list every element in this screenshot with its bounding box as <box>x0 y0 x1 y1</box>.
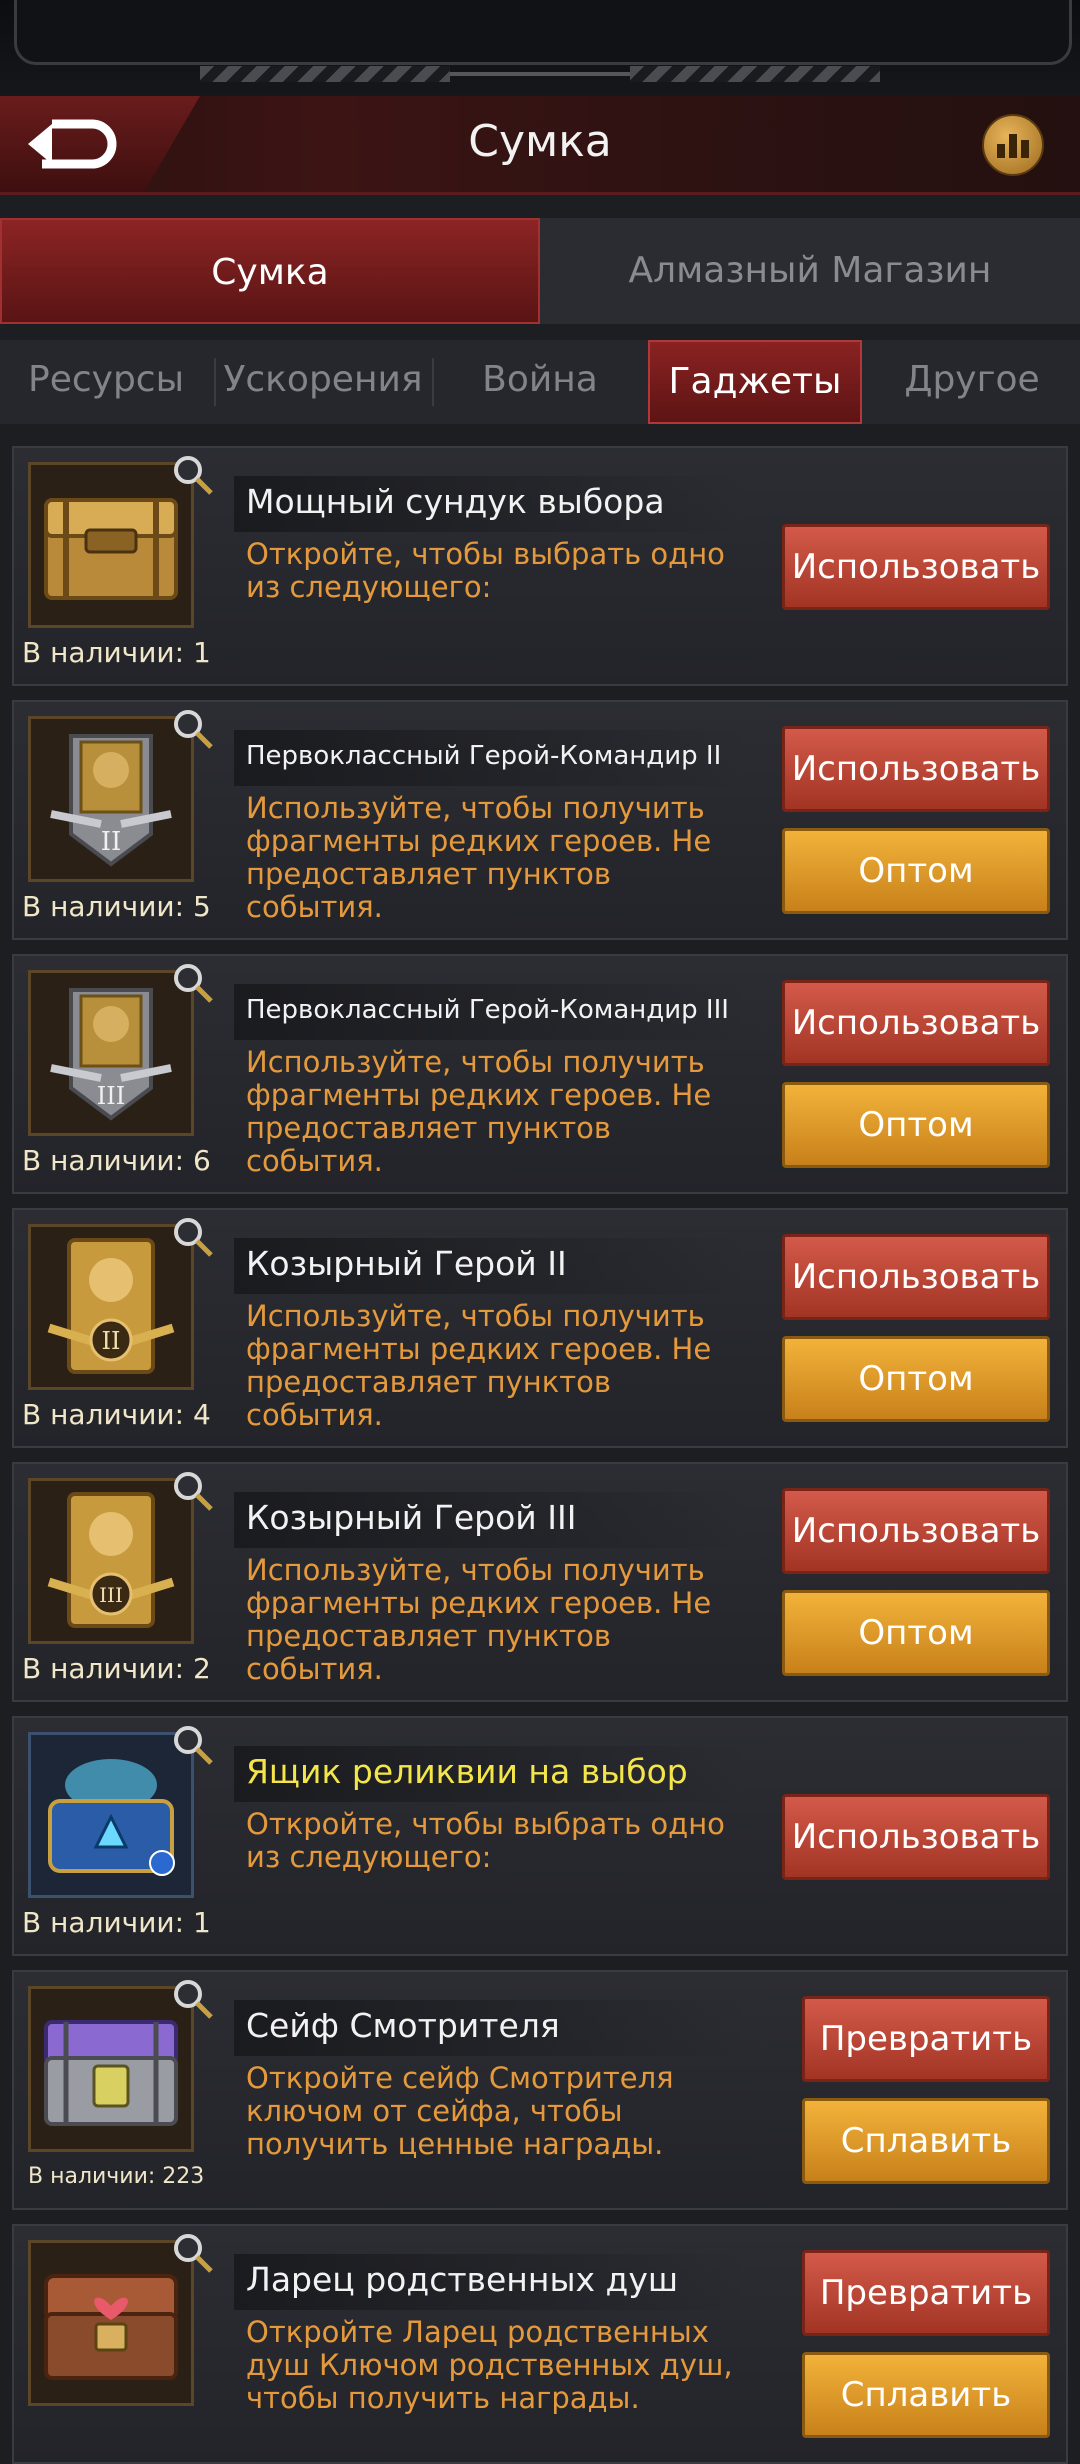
item-description: Откройте, чтобы выбрать одно из следующе… <box>246 537 725 604</box>
sub-tabs: Ресурсы Ускорения Война Гаджеты Другое <box>0 340 1080 424</box>
list-item: В наличии: 1 Ящик реликвии на выбор Откр… <box>12 1716 1068 1956</box>
quantity-label: В наличии: 1 <box>22 1906 211 1939</box>
bulk-button[interactable]: Оптом <box>782 1336 1050 1422</box>
tab-gadgets[interactable]: Гаджеты <box>648 340 862 424</box>
hero-commander-badge-icon: II <box>28 716 194 882</box>
svg-text:III: III <box>99 1583 123 1607</box>
header-bar: Сумка <box>0 96 1080 195</box>
item-description: Откройте Ларец родственных душ Ключом ро… <box>246 2315 733 2415</box>
item-name: Мощный сундук выбора <box>234 476 746 532</box>
tab-speedups[interactable]: Ускорения <box>216 340 430 424</box>
keeper-safe-icon <box>28 1986 194 2152</box>
relic-box-icon <box>28 1732 194 1898</box>
quantity-label: В наличии: 6 <box>22 1144 211 1177</box>
item-description: Используйте, чтобы получить фрагменты ре… <box>246 1299 712 1432</box>
quantity-label: В наличии: 5 <box>22 890 211 923</box>
item-name: Сейф Смотрителя <box>234 2000 746 2056</box>
svg-text:II: II <box>101 827 122 857</box>
magnifier-icon[interactable] <box>172 2232 214 2274</box>
item-description: Используйте, чтобы получить фрагменты ре… <box>246 791 712 924</box>
magnifier-icon[interactable] <box>172 1724 214 1766</box>
fuse-button[interactable]: Сплавить <box>802 2098 1050 2184</box>
item-name: Ящик реликвии на выбор <box>234 1746 746 1802</box>
svg-text:III: III <box>97 1082 125 1110</box>
stats-icon <box>997 144 1005 158</box>
list-item: В наличии: 1 Мощный сундук выбора Открой… <box>12 446 1068 686</box>
list-item: III В наличии: 6 Первоклассный Герой-Ком… <box>12 954 1068 1194</box>
list-item: В наличии: 223 Сейф Смотрителя Откройте … <box>12 1970 1068 2210</box>
item-name: Первоклассный Герой-Командир II <box>234 730 746 786</box>
list-item: II В наличии: 5 Первоклассный Герой-Кома… <box>12 700 1068 940</box>
item-description: Используйте, чтобы получить фрагменты ре… <box>246 1553 712 1686</box>
magnifier-icon[interactable] <box>172 1216 214 1258</box>
bulk-button[interactable]: Оптом <box>782 828 1050 914</box>
tab-bag[interactable]: Сумка <box>0 218 540 324</box>
use-button[interactable]: Использовать <box>782 980 1050 1066</box>
list-item: III В наличии: 2 Козырный Герой III Испо… <box>12 1462 1068 1702</box>
use-button[interactable]: Использовать <box>782 1234 1050 1320</box>
magnifier-icon[interactable] <box>172 962 214 1004</box>
item-description: Откройте сейф Смотрителя ключом от сейфа… <box>246 2061 674 2161</box>
stats-button[interactable] <box>982 114 1044 176</box>
quantity-label: В наличии: 1 <box>22 636 211 669</box>
svg-text:II: II <box>102 1327 121 1355</box>
decor-bar <box>450 72 630 76</box>
magnifier-icon[interactable] <box>172 1470 214 1512</box>
main-tabs: Сумка Алмазный Магазин <box>0 218 1080 326</box>
item-name: Козырный Герой III <box>234 1492 746 1548</box>
item-name: Ларец родственных душ <box>234 2254 746 2310</box>
item-name: Первоклассный Герой-Командир III <box>234 984 746 1040</box>
soulmate-chest-icon <box>28 2240 194 2406</box>
trump-hero-card-icon: II <box>28 1224 194 1390</box>
list-item: II В наличии: 4 Козырный Герой II Исполь… <box>12 1208 1068 1448</box>
bulk-button[interactable]: Оптом <box>782 1082 1050 1168</box>
item-description: Используйте, чтобы получить фрагменты ре… <box>246 1045 712 1178</box>
top-strip <box>0 0 1080 96</box>
tab-other[interactable]: Другое <box>864 340 1080 424</box>
page-title: Сумка <box>468 116 612 167</box>
convert-button[interactable]: Превратить <box>802 1996 1050 2082</box>
tab-resources[interactable]: Ресурсы <box>0 340 212 424</box>
use-button[interactable]: Использовать <box>782 1794 1050 1880</box>
trump-hero-card-icon: III <box>28 1478 194 1644</box>
convert-button[interactable]: Превратить <box>802 2250 1050 2336</box>
hero-commander-badge-icon: III <box>28 970 194 1136</box>
magnifier-icon[interactable] <box>172 1978 214 2020</box>
tab-diamond-shop[interactable]: Алмазный Магазин <box>540 218 1080 324</box>
gold-chest-icon <box>28 462 194 628</box>
bulk-button[interactable]: Оптом <box>782 1590 1050 1676</box>
use-button[interactable]: Использовать <box>782 726 1050 812</box>
item-description: Откройте, чтобы выбрать одно из следующе… <box>246 1807 725 1874</box>
quantity-label: В наличии: 223 <box>28 2164 205 2189</box>
use-button[interactable]: Использовать <box>782 1488 1050 1574</box>
fuse-button[interactable]: Сплавить <box>802 2352 1050 2438</box>
use-button[interactable]: Использовать <box>782 524 1050 610</box>
top-frame <box>14 0 1072 65</box>
item-name: Козырный Герой II <box>234 1238 746 1294</box>
magnifier-icon[interactable] <box>172 708 214 750</box>
decor-hatch-right <box>630 66 880 82</box>
decor-hatch-left <box>200 66 450 82</box>
quantity-label: В наличии: 4 <box>22 1398 211 1431</box>
quantity-label: В наличии: 2 <box>22 1652 211 1685</box>
tab-war[interactable]: Война <box>434 340 646 424</box>
magnifier-icon[interactable] <box>172 454 214 496</box>
list-item: Ларец родственных душ Откройте Ларец род… <box>12 2224 1068 2464</box>
